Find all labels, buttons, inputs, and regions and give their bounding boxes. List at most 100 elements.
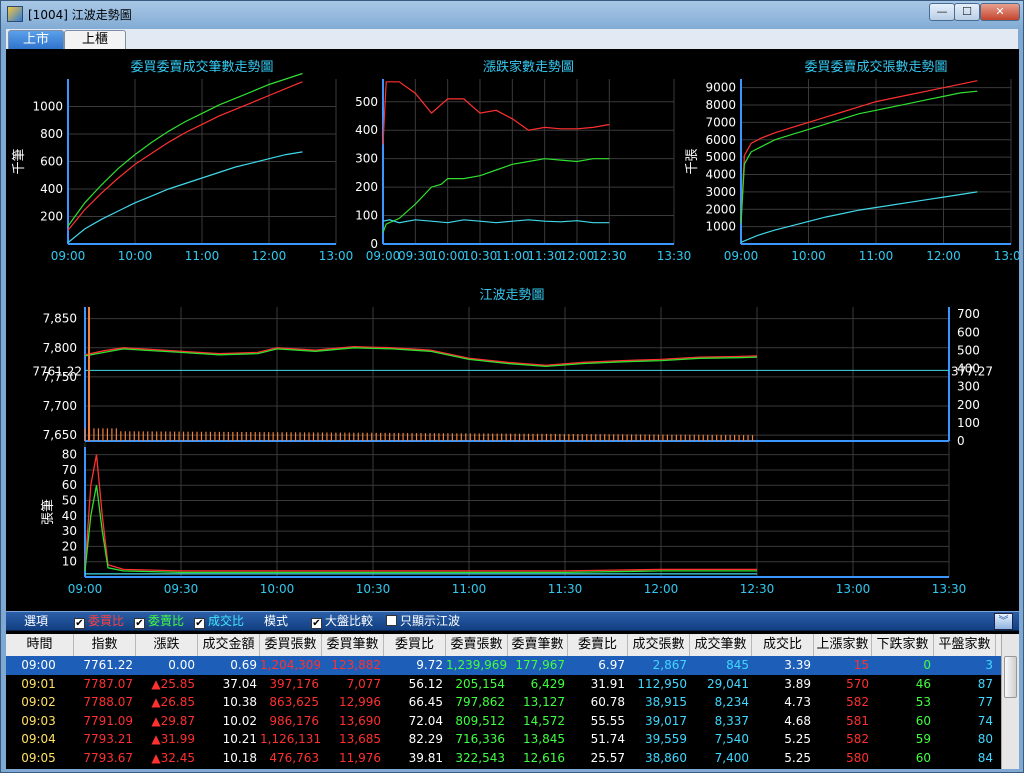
chart-title: 委買委賣成交筆數走勢圖: [130, 59, 273, 75]
expand-button[interactable]: ︾: [994, 613, 1013, 630]
x-tick-label: 09:00: [68, 582, 103, 596]
maximize-button[interactable]: ☐: [954, 3, 980, 21]
scrollbar-thumb[interactable]: [1004, 656, 1017, 698]
table-cell: 87: [977, 676, 993, 691]
minimize-button[interactable]: —: [929, 3, 955, 21]
table-row[interactable]: 09:03 7791.09 ▲29.87 10.02 986,176 13,690 72.0…: [6, 712, 1001, 731]
application-window: [1004] 江波走勢圖 — ☐ ✕ 上市 上櫃 委買委賣成交筆數走勢圖 09:0…: [0, 0, 1024, 773]
table-row[interactable]: 09:01 7787.07 ▲25.85 37.04 397,176 7,077 56.12…: [6, 675, 1001, 694]
table-cell: 13,690: [339, 713, 381, 728]
col-header[interactable]: 委買比: [384, 634, 446, 656]
index-line-green: [84, 347, 758, 368]
table-row[interactable]: 09:00 7761.22 0.00 0.69 1,204,309 123,882 9.72…: [6, 656, 1001, 675]
table-cell: 570: [846, 676, 869, 691]
content-area: 委買委賣成交筆數走勢圖 09:00 10:00 11:00 12:00 13:00 200 4…: [6, 49, 1019, 769]
x-tick-label: 13:30: [932, 582, 967, 596]
chk-ask-ratio[interactable]: ✔ 委賣比: [134, 614, 184, 629]
col-header[interactable]: 平盤家數: [934, 634, 996, 656]
chk-bid-ratio[interactable]: ✔ 委買比: [74, 614, 124, 629]
col-header[interactable]: 成交金額: [198, 634, 260, 656]
col-header[interactable]: 成交比: [752, 634, 814, 656]
x-tick-label: 09:00: [51, 249, 86, 263]
table-cell: 581: [846, 713, 869, 728]
table-cell: 6,429: [530, 676, 565, 691]
right-tick-label: 0: [957, 434, 965, 448]
col-header[interactable]: 漲跌: [136, 634, 198, 656]
table-cell: 582: [846, 732, 869, 746]
x-tick-label: 11:00: [859, 249, 894, 263]
chk-label: 委賣比: [148, 614, 185, 628]
col-header[interactable]: 委買張數: [260, 634, 322, 656]
table-cell: 7787.07: [83, 676, 133, 691]
table-cell: 6.97: [598, 658, 625, 672]
x-tick-label: 12:00: [560, 249, 595, 263]
tab-otc[interactable]: 上櫃: [64, 30, 126, 49]
table-cell: 7761.22: [83, 658, 133, 672]
y-tick-label: 200: [40, 210, 63, 224]
table-cell: 09:04: [21, 732, 56, 746]
chk-market-compare[interactable]: ✔ 大盤比較: [311, 614, 373, 629]
chk-trade-ratio[interactable]: ✔ 成交比: [194, 614, 244, 629]
y-tick-label: 100: [355, 209, 378, 223]
y-tick-label: 500: [355, 95, 378, 109]
series-line-red: [67, 81, 303, 231]
table-cell: 10.18: [222, 750, 257, 765]
col-header[interactable]: 上漲家數: [814, 634, 872, 656]
table-cell: 10.38: [222, 695, 257, 709]
chk-only-jiangbo[interactable]: 只顯示江波: [386, 614, 460, 629]
table-cell: 09:05: [21, 750, 56, 765]
col-header[interactable]: 指數: [74, 634, 136, 656]
table-cell: 09:02: [21, 695, 56, 709]
table-cell: 797,862: [455, 695, 505, 709]
col-header[interactable]: 下跌家數: [872, 634, 934, 656]
table-row[interactable]: 09:02 7788.07 ▲26.85 10.38 863,625 12,996 66.4…: [6, 693, 1001, 712]
col-header[interactable]: 成交張數: [628, 634, 690, 656]
col-header[interactable]: 委賣比: [568, 634, 628, 656]
table-row[interactable]: 09:05 7793.67 ▲32.45 10.18 476,763 11,976 39.8…: [6, 749, 1001, 768]
y-tick-label: 30: [62, 524, 77, 538]
x-tick-label: 09:00: [724, 249, 759, 263]
chart-title: 委買委賣成交張數走勢圖: [804, 59, 947, 75]
y-tick-label: 1000: [32, 100, 63, 114]
col-header[interactable]: 委賣張數: [446, 634, 508, 656]
col-header[interactable]: 委賣筆數: [508, 634, 568, 656]
y-tick-label: 3000: [705, 185, 736, 199]
table-cell: ▲29.87: [151, 713, 195, 728]
x-tick-label: 11:00: [185, 249, 220, 263]
x-tick-label: 12:30: [740, 582, 775, 596]
table-cell: 56.12: [408, 676, 443, 691]
chart-title: 江波走勢圖: [479, 288, 544, 303]
vertical-scrollbar[interactable]: [1001, 634, 1019, 769]
table-cell: 986,176: [269, 713, 319, 728]
app-icon: [7, 6, 23, 22]
close-button[interactable]: ✕: [980, 3, 1020, 21]
table-cell: 60: [915, 713, 931, 728]
table-row[interactable]: 09:04 7793.21 ▲31.99 10.21 1,126,131 13,685 82…: [6, 730, 1001, 749]
col-header[interactable]: 成交筆數: [690, 634, 752, 656]
tab-listed[interactable]: 上市: [8, 30, 64, 49]
x-tick-label: 12:30: [592, 249, 627, 263]
x-tick-label: 10:30: [356, 582, 391, 596]
chart-title: 漲跌家數走勢圖: [483, 59, 574, 75]
series-line-red: [740, 80, 978, 224]
table-cell: 0.00: [168, 658, 195, 672]
y-tick-label: 7000: [705, 115, 736, 129]
options-bar: 選項 ✔ 委買比 ✔ 委賣比 ✔ 成交比 模式 ✔ 大盤比較 只顯示江波 ︾: [6, 611, 1019, 631]
left-tick-label: 7,850: [43, 312, 77, 326]
table-cell: 13,127: [523, 695, 565, 709]
col-header[interactable]: 委買筆數: [322, 634, 384, 656]
x-tick-label: 13:00: [836, 582, 871, 596]
x-tick-label: 10:00: [430, 249, 465, 263]
table-cell: 74: [977, 713, 993, 728]
x-tick-label: 10:30: [463, 249, 498, 263]
x-tick-label: 11:00: [495, 249, 530, 263]
ratio-line-green: [84, 485, 757, 574]
table-cell: 3.39: [784, 658, 811, 672]
table-cell: 15: [853, 658, 869, 672]
table-cell: 7793.67: [83, 750, 133, 765]
y-tick-label: 300: [355, 152, 378, 166]
col-header[interactable]: 時間: [6, 634, 74, 656]
table-cell: 123,882: [331, 658, 381, 672]
table-cell: 205,154: [455, 676, 505, 691]
table-cell: 80: [977, 732, 993, 746]
